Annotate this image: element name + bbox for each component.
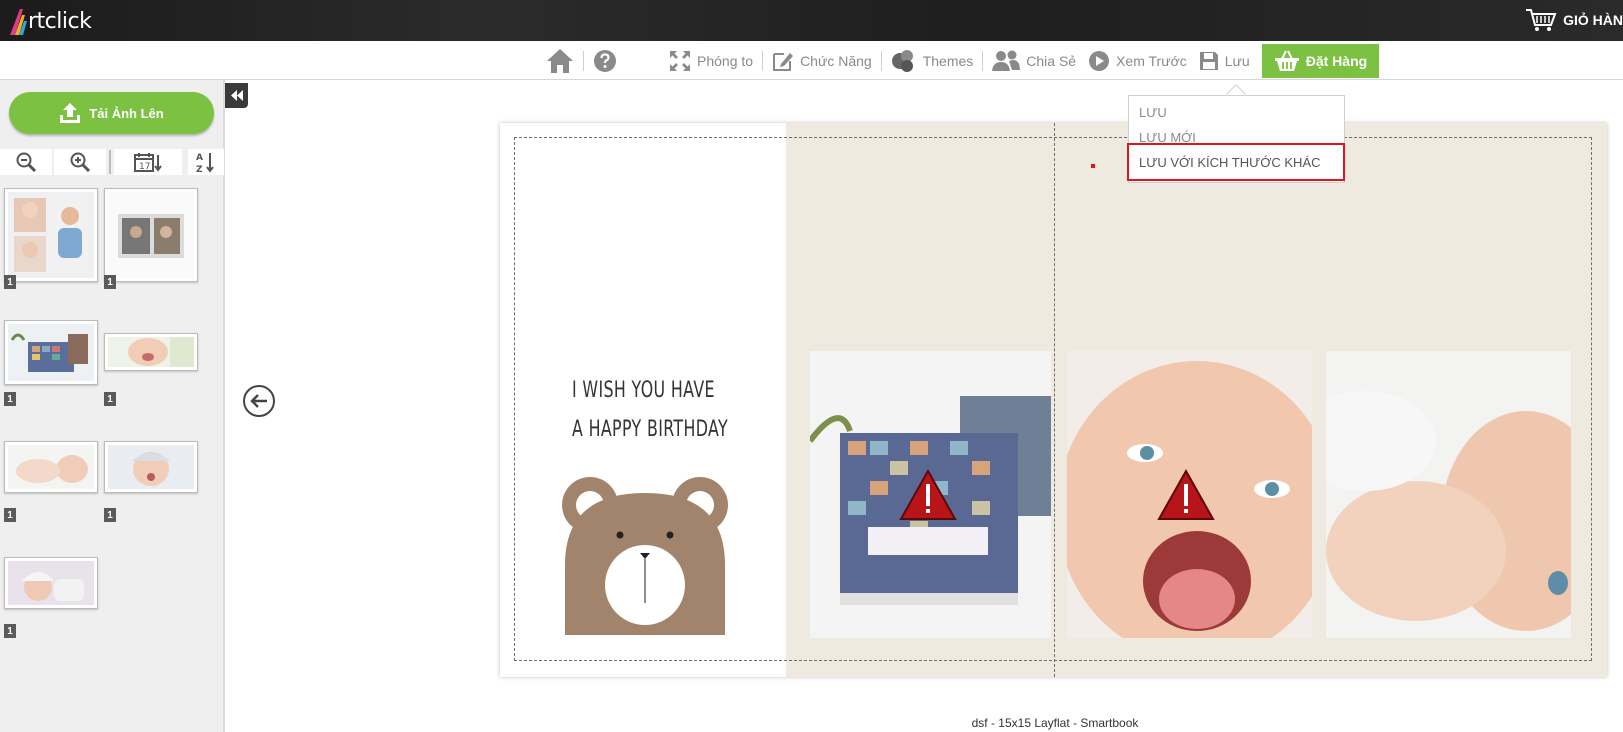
- photo-usage-count: 1: [4, 392, 16, 406]
- toolbar-divider: [880, 51, 882, 71]
- share-label: Chia Sẻ: [1026, 53, 1077, 69]
- home-icon: [547, 49, 573, 73]
- play-icon: [1089, 51, 1110, 71]
- photo-thumbnail[interactable]: [4, 441, 98, 493]
- safe-area-guide: [514, 137, 1592, 661]
- center-fold-guide: [1054, 123, 1055, 677]
- cart-button[interactable]: GIỎ HÀN: [1525, 7, 1623, 33]
- sidebar-tools-divider: [109, 150, 111, 174]
- edit-icon: [773, 53, 794, 71]
- function-button[interactable]: Chức Năng: [766, 44, 878, 78]
- cart-label: GIỎ HÀN: [1563, 12, 1623, 28]
- save-label: Lưu: [1224, 53, 1250, 69]
- toolbar-divider-line: [0, 79, 1623, 80]
- toolbar-divider: [982, 51, 984, 71]
- order-label: Đặt Hàng: [1305, 53, 1368, 69]
- logo-mark-icon: [10, 9, 27, 35]
- photo-usage-count: 1: [4, 275, 16, 289]
- photo-thumbnail[interactable]: [4, 557, 98, 609]
- floppy-disk-icon: [1199, 52, 1218, 70]
- cart-icon: [1526, 9, 1557, 31]
- toolbar-divider: [762, 51, 764, 71]
- photo-usage-count: 1: [104, 275, 116, 289]
- photobook-spread[interactable]: I WISH YOU HAVE A HAPPY BIRTHDAY: [500, 123, 1607, 677]
- help-icon: [594, 50, 616, 72]
- themes-icon: [891, 50, 913, 72]
- themes-label: Themes: [922, 53, 974, 69]
- cursor-marker: [1091, 164, 1095, 168]
- photo-thumbnail[interactable]: [4, 188, 98, 282]
- photo-thumbnail[interactable]: [104, 441, 198, 493]
- photo-usage-count: 1: [104, 508, 116, 522]
- function-label: Chức Năng: [800, 53, 872, 69]
- photo-sidebar: Tải Ảnh Lên 17 AZ: [0, 80, 225, 732]
- sidebar-tools: 17 AZ: [0, 146, 225, 178]
- sort-alpha-icon: AZ: [196, 153, 214, 173]
- highlight-box: [1127, 143, 1345, 181]
- upload-label: Tải Ảnh Lên: [89, 105, 164, 121]
- preview-button[interactable]: Xem Trước: [1082, 44, 1193, 78]
- baby-smiling-photo: [108, 337, 194, 367]
- zoom-out-button[interactable]: [0, 149, 52, 175]
- zoom-out-icon: [16, 152, 36, 172]
- photo-usage-count: 1: [104, 392, 116, 406]
- themes-button[interactable]: Themes: [885, 44, 980, 78]
- baby-lying-photo: [8, 445, 94, 489]
- artclick-logo[interactable]: rtclick: [8, 4, 92, 38]
- upload-photo-button[interactable]: Tải Ảnh Lên: [9, 92, 214, 134]
- home-button[interactable]: [540, 44, 580, 78]
- calendar-sort-icon: 17: [134, 153, 162, 172]
- previous-page-button[interactable]: [243, 385, 275, 417]
- zoom-label: Phóng to: [697, 53, 754, 69]
- baby-hat-photo: [8, 561, 94, 605]
- save-menu-item[interactable]: LƯU: [1139, 105, 1167, 120]
- photo-thumbnail[interactable]: [4, 320, 98, 385]
- top-bar: rtclick GIỎ HÀN: [0, 0, 1623, 41]
- basket-icon: [1274, 50, 1299, 71]
- upload-icon: [60, 103, 81, 123]
- zoom-in-button[interactable]: [54, 149, 106, 175]
- sort-by-date-button[interactable]: 17: [114, 149, 182, 175]
- svg-text:A: A: [196, 153, 203, 163]
- baby-collage-photo: [8, 192, 94, 278]
- double-chevron-left-icon: [231, 90, 243, 101]
- main-toolbar: Phóng to Chức Năng Themes Chia Sẻ Xem Tr…: [540, 44, 1380, 78]
- sort-alpha-button[interactable]: AZ: [188, 149, 224, 175]
- zoom-in-icon: [70, 152, 90, 172]
- photo-book-open-photo: [8, 324, 94, 381]
- svg-text:Z: Z: [196, 165, 203, 173]
- preview-label: Xem Trước: [1116, 53, 1187, 69]
- share-button[interactable]: Chia Sẻ: [986, 44, 1082, 78]
- fullscreen-icon: [670, 51, 690, 71]
- toolbar-divider: [583, 51, 584, 71]
- photo-thumbnail[interactable]: [104, 333, 198, 371]
- arrow-left-icon: [250, 394, 267, 408]
- collapse-sidebar-button[interactable]: [225, 83, 248, 108]
- photo-book-photo: [108, 192, 194, 278]
- order-button[interactable]: Đặt Hàng: [1261, 44, 1380, 78]
- book-caption: dsf - 15x15 Layflat - Smartbook: [971, 716, 1139, 730]
- zoom-button[interactable]: Phóng to: [663, 44, 759, 78]
- help-button[interactable]: [587, 44, 623, 78]
- photo-usage-count: 1: [4, 624, 16, 638]
- save-button[interactable]: Lưu: [1193, 44, 1256, 78]
- baby-surprised-photo: [108, 445, 194, 489]
- photo-thumbnail[interactable]: [104, 188, 198, 282]
- photo-usage-count: 1: [4, 508, 16, 522]
- logo-text: rtclick: [28, 8, 92, 34]
- users-icon: [992, 50, 1021, 71]
- svg-text:17: 17: [139, 162, 150, 172]
